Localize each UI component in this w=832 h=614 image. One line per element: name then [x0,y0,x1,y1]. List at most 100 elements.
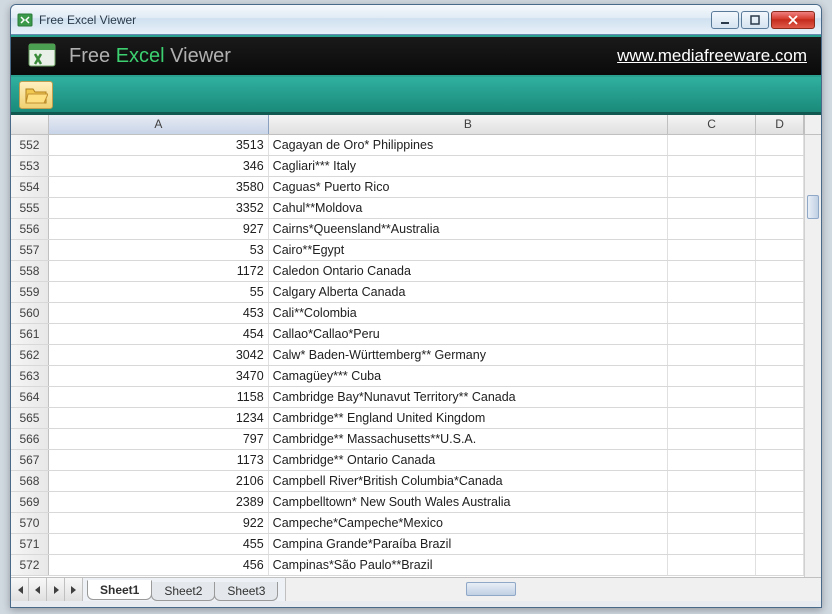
cell[interactable] [756,387,804,407]
cell[interactable] [668,324,756,344]
cell[interactable]: Caguas* Puerto Rico [269,177,668,197]
cell[interactable] [756,282,804,302]
cell[interactable]: 927 [49,219,269,239]
cell[interactable] [668,282,756,302]
cell[interactable] [668,450,756,470]
cell[interactable]: Cali**Colombia [269,303,668,323]
maximize-button[interactable] [741,11,769,29]
horizontal-scroll-thumb[interactable] [466,582,516,596]
cell[interactable]: 2389 [49,492,269,512]
cell[interactable]: 3580 [49,177,269,197]
cell[interactable] [756,261,804,281]
cell[interactable] [756,429,804,449]
cell[interactable]: Cairns*Queensland**Australia [269,219,668,239]
row-header[interactable]: 571 [11,534,49,554]
row-header[interactable]: 558 [11,261,49,281]
sheet-nav-last[interactable] [65,578,83,601]
sheet-tab[interactable]: Sheet2 [151,582,215,601]
cell[interactable] [756,450,804,470]
cell[interactable] [756,303,804,323]
cell[interactable] [668,261,756,281]
cell[interactable] [756,345,804,365]
cell[interactable] [668,135,756,155]
row-header[interactable]: 570 [11,513,49,533]
titlebar[interactable]: Free Excel Viewer [11,5,821,35]
cell[interactable] [668,303,756,323]
cell[interactable]: 455 [49,534,269,554]
cell[interactable]: Calw* Baden-Württemberg** Germany [269,345,668,365]
column-header-d[interactable]: D [756,115,804,134]
vendor-url[interactable]: www.mediafreeware.com [617,46,807,66]
cell[interactable]: Cambridge Bay*Nunavut Territory** Canada [269,387,668,407]
cell[interactable] [668,429,756,449]
cell[interactable] [756,177,804,197]
cell[interactable] [756,492,804,512]
cell[interactable] [756,135,804,155]
cell[interactable] [668,471,756,491]
cell[interactable]: Cagliari*** Italy [269,156,668,176]
close-button[interactable] [771,11,815,29]
cell[interactable] [756,219,804,239]
row-header[interactable]: 569 [11,492,49,512]
select-all-corner[interactable] [11,115,49,134]
column-header-b[interactable]: B [269,115,669,134]
cell[interactable] [668,534,756,554]
cell[interactable]: 1172 [49,261,269,281]
cell[interactable]: 346 [49,156,269,176]
cell[interactable]: 55 [49,282,269,302]
row-header[interactable]: 553 [11,156,49,176]
cell[interactable]: 3513 [49,135,269,155]
cell[interactable]: Campbelltown* New South Wales Australia [269,492,668,512]
sheet-nav-next[interactable] [47,578,65,601]
cell[interactable]: 1234 [49,408,269,428]
cell[interactable] [668,219,756,239]
cell[interactable]: 1158 [49,387,269,407]
vertical-scroll-thumb[interactable] [807,195,819,219]
row-header[interactable]: 564 [11,387,49,407]
cell[interactable] [756,555,804,575]
sheet-tab[interactable]: Sheet1 [87,580,152,600]
sheet-nav-prev[interactable] [29,578,47,601]
row-header[interactable]: 566 [11,429,49,449]
cell[interactable]: Camagüey*** Cuba [269,366,668,386]
cell[interactable]: Campinas*São Paulo**Brazil [269,555,668,575]
sheet-tab[interactable]: Sheet3 [214,582,278,601]
cell[interactable] [668,345,756,365]
cell[interactable] [668,156,756,176]
cell[interactable]: Campina Grande*Paraíba Brazil [269,534,668,554]
row-header[interactable]: 572 [11,555,49,575]
cell[interactable]: Calgary Alberta Canada [269,282,668,302]
cell[interactable]: 1173 [49,450,269,470]
row-header[interactable]: 562 [11,345,49,365]
horizontal-scrollbar[interactable] [285,578,821,601]
cell[interactable]: Callao*Callao*Peru [269,324,668,344]
cell[interactable] [668,555,756,575]
cell[interactable]: Cagayan de Oro* Philippines [269,135,668,155]
cell[interactable] [668,198,756,218]
row-header[interactable]: 567 [11,450,49,470]
row-header[interactable]: 561 [11,324,49,344]
cell[interactable]: 53 [49,240,269,260]
cell[interactable] [668,366,756,386]
vertical-scrollbar[interactable] [804,135,821,577]
open-file-button[interactable] [19,81,53,109]
cell[interactable] [668,387,756,407]
cell[interactable] [756,156,804,176]
cell[interactable] [756,471,804,491]
cell[interactable]: 454 [49,324,269,344]
row-header[interactable]: 556 [11,219,49,239]
cell[interactable]: Cambridge** Ontario Canada [269,450,668,470]
cell[interactable]: Campeche*Campeche*Mexico [269,513,668,533]
cell[interactable] [668,177,756,197]
cell[interactable] [668,240,756,260]
cell[interactable] [756,198,804,218]
cell[interactable] [756,534,804,554]
cell[interactable]: 3352 [49,198,269,218]
row-header[interactable]: 560 [11,303,49,323]
column-header-c[interactable]: C [668,115,756,134]
cell[interactable]: Campbell River*British Columbia*Canada [269,471,668,491]
cell[interactable]: 922 [49,513,269,533]
cell[interactable] [668,408,756,428]
cell[interactable]: 797 [49,429,269,449]
cell[interactable]: 2106 [49,471,269,491]
